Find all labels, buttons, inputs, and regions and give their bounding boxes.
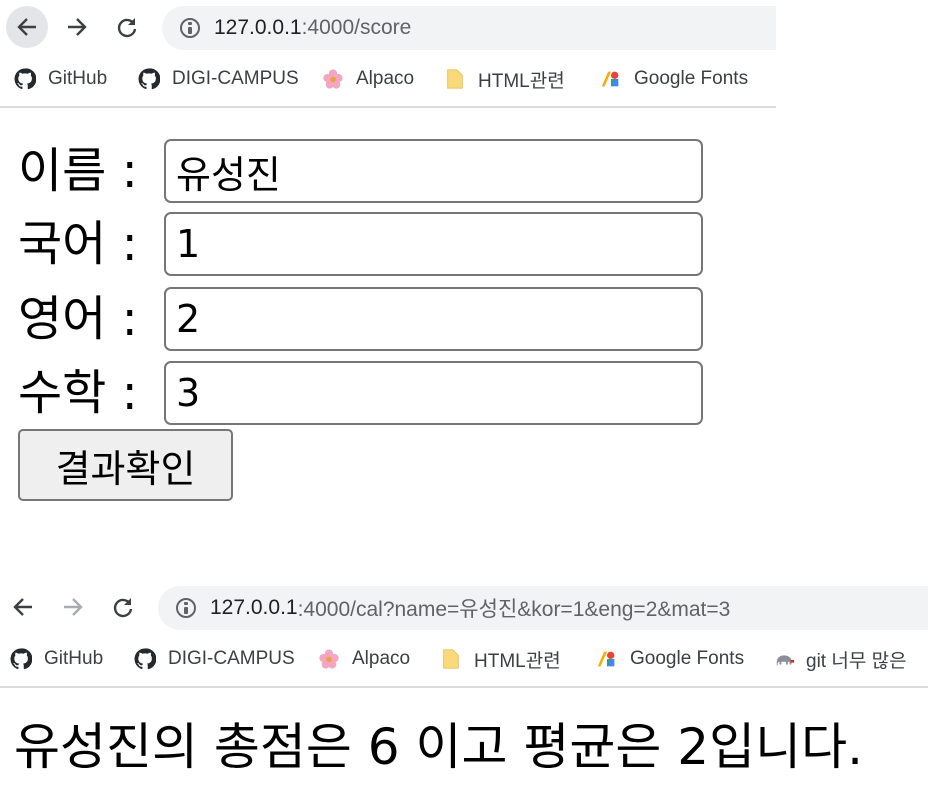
elephant-icon <box>776 655 795 666</box>
bookmark-digi-campus[interactable]: DIGI-CAMPUS <box>138 68 299 90</box>
browser-chrome-score: 127.0.0.1:4000/score GitHub DIGI-CAMPUS … <box>0 0 776 108</box>
bookmark-label: HTML관련 <box>474 650 561 672</box>
chrome-divider <box>0 106 776 108</box>
bookmark-digi-campus[interactable]: DIGI-CAMPUS <box>134 648 295 670</box>
result-message: 유성진의 총점은 6 이고 평균은 2입니다. <box>14 718 863 776</box>
math-score-input[interactable] <box>164 361 703 425</box>
english-label: 영어 : <box>18 291 138 347</box>
url-path: :4000/cal?name=유성진&kor=1&eng=2&mat=3 <box>297 598 731 621</box>
address-bar[interactable]: 127.0.0.1:4000/cal?name=유성진&kor=1&eng=2&… <box>158 586 928 630</box>
math-label: 수학 : <box>18 365 138 421</box>
bookmark-github[interactable]: GitHub <box>10 648 103 670</box>
url-host: 127.0.0.1 <box>210 596 298 619</box>
bookmark-github[interactable]: GitHub <box>14 68 107 90</box>
forward-button[interactable] <box>52 586 94 628</box>
site-info-icon[interactable] <box>176 598 196 618</box>
korean-label: 국어 : <box>18 216 138 272</box>
back-arrow-icon <box>17 18 36 36</box>
bookmark-html[interactable]: HTML관련 <box>444 66 565 93</box>
reload-button[interactable] <box>102 586 144 628</box>
bookmarks-bar: GitHub DIGI-CAMPUS Alpaco HTML관련 Google … <box>0 62 776 96</box>
english-score-input[interactable] <box>164 287 703 351</box>
name-input[interactable] <box>164 139 703 203</box>
address-bar[interactable]: 127.0.0.1:4000/score <box>162 6 776 50</box>
bookmark-label: GitHub <box>48 68 108 89</box>
navigation-bar: 127.0.0.1:4000/score <box>0 0 776 56</box>
google-fonts-icon <box>601 71 619 87</box>
bookmark-label: git 너무 많은 <box>806 650 907 672</box>
bookmark-alpaco[interactable]: Alpaco <box>318 648 410 670</box>
bookmark-label: Alpaco <box>352 648 411 669</box>
url-path: :4000/score <box>301 16 412 39</box>
forward-arrow-icon <box>68 18 87 36</box>
flower-icon <box>319 649 339 669</box>
bookmark-alpaco[interactable]: Alpaco <box>322 68 414 90</box>
back-button[interactable] <box>6 6 48 48</box>
navigation-bar: 127.0.0.1:4000/cal?name=유성진&kor=1&eng=2&… <box>0 580 928 636</box>
github-icon <box>138 68 160 90</box>
bookmark-label: Google Fonts <box>634 68 749 89</box>
bookmark-label: DIGI-CAMPUS <box>168 648 295 669</box>
back-arrow-icon <box>13 598 32 616</box>
bookmark-label: GitHub <box>44 648 104 669</box>
submit-button[interactable]: 결과확인 <box>18 429 233 501</box>
bookmark-git[interactable]: git 너무 많은 <box>774 646 907 673</box>
url-host: 127.0.0.1 <box>214 16 302 39</box>
bookmark-label: HTML관련 <box>478 70 565 92</box>
flower-icon <box>323 69 343 89</box>
google-fonts-icon <box>597 651 615 667</box>
browser-chrome-result: 127.0.0.1:4000/cal?name=유성진&kor=1&eng=2&… <box>0 580 928 688</box>
site-info-icon[interactable] <box>180 18 200 38</box>
bookmark-html[interactable]: HTML관련 <box>440 646 561 673</box>
chrome-divider <box>0 686 928 688</box>
reload-icon <box>117 18 137 38</box>
reload-icon <box>113 598 133 618</box>
github-icon <box>134 648 156 670</box>
bookmark-google-fonts[interactable]: Google Fonts <box>596 648 744 670</box>
bookmark-label: Alpaco <box>356 68 415 89</box>
bookmarks-bar: GitHub DIGI-CAMPUS Alpaco HTML관련 Google … <box>0 642 928 676</box>
bookmark-google-fonts[interactable]: Google Fonts <box>600 68 748 90</box>
forward-arrow-icon <box>64 598 83 616</box>
bookmark-label: DIGI-CAMPUS <box>172 68 299 89</box>
korean-score-input[interactable] <box>164 212 703 276</box>
back-button[interactable] <box>2 586 44 628</box>
reload-button[interactable] <box>106 6 148 48</box>
forward-button[interactable] <box>56 6 98 48</box>
folder-icon <box>443 649 459 669</box>
bookmark-label: Google Fonts <box>630 648 745 669</box>
name-label: 이름 : <box>18 143 138 199</box>
folder-icon <box>447 69 463 89</box>
github-icon <box>10 648 32 670</box>
github-icon <box>14 68 36 90</box>
